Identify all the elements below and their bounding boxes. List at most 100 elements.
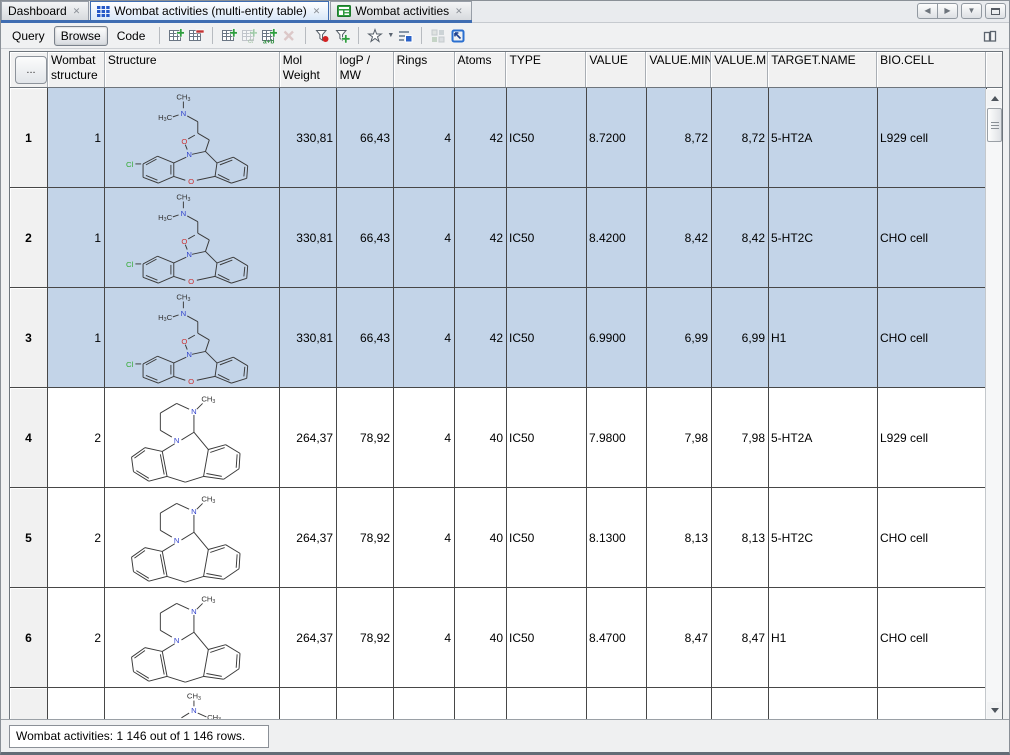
value-min-cell[interactable]: 8,72 (647, 88, 712, 188)
value-min-cell[interactable]: 8,13 (647, 488, 712, 588)
open-in-window-icon[interactable] (449, 27, 467, 45)
row-number-cell[interactable] (10, 688, 48, 720)
query-filter-icon[interactable] (313, 27, 331, 45)
type-cell[interactable]: IC50 (507, 488, 587, 588)
value-min-cell[interactable] (647, 688, 712, 720)
value-max-cell[interactable]: 8,42 (712, 188, 769, 288)
query-button[interactable]: Query (5, 26, 52, 46)
atoms-cell[interactable]: 42 (455, 288, 507, 388)
browse-button[interactable]: Browse (54, 26, 108, 46)
structure-cell[interactable] (105, 88, 280, 188)
structure-cell[interactable] (105, 188, 280, 288)
structure-cell[interactable] (105, 488, 280, 588)
close-icon[interactable]: ✕ (71, 6, 83, 17)
wombat-structure-cell[interactable] (48, 688, 105, 720)
structure-cell[interactable] (105, 388, 280, 488)
value-max-cell[interactable]: 8,13 (712, 488, 769, 588)
mol-weight-cell[interactable] (280, 688, 337, 720)
type-cell[interactable]: IC50 (507, 588, 587, 688)
logp-mw-cell[interactable]: 66,43 (337, 288, 394, 388)
column-header-structure[interactable]: Structure (105, 52, 280, 87)
column-header-value-min[interactable]: VALUE.MIN (646, 52, 711, 87)
value-cell[interactable]: 8.1300 (587, 488, 647, 588)
target-name-cell[interactable]: 5-HT2A (769, 88, 878, 188)
logp-mw-cell[interactable] (337, 688, 394, 720)
favorites-star-icon[interactable] (366, 27, 384, 45)
tab-wombat-activities[interactable]: Wombat activities ✕ (330, 1, 471, 20)
code-button[interactable]: Code (110, 26, 153, 46)
scrollbar-thumb[interactable] (987, 108, 1002, 142)
logp-mw-cell[interactable]: 66,43 (337, 188, 394, 288)
column-chooser-button[interactable]: ... (15, 56, 47, 84)
bio-cell-cell[interactable]: CHO cell (878, 588, 987, 688)
bio-cell-cell[interactable]: CHO cell (878, 288, 987, 388)
column-header-wombat-structure[interactable]: Wombat structure (48, 52, 105, 87)
mol-weight-cell[interactable]: 264,37 (280, 488, 337, 588)
rings-cell[interactable]: 4 (394, 88, 455, 188)
maximize-button[interactable] (985, 3, 1006, 19)
column-header-target-name[interactable]: TARGET.NAME (768, 52, 877, 87)
row-number-cell[interactable]: 4 (10, 388, 48, 488)
book-icon[interactable] (981, 27, 999, 45)
wombat-structure-cell[interactable]: 2 (48, 588, 105, 688)
value-max-cell[interactable]: 8,72 (712, 88, 769, 188)
atoms-cell[interactable]: 40 (455, 588, 507, 688)
bio-cell-cell[interactable]: L929 cell (878, 388, 987, 488)
structure-cell[interactable] (105, 688, 280, 720)
logp-mw-cell[interactable]: 78,92 (337, 388, 394, 488)
scroll-tabs-right-button[interactable]: ▶ (937, 3, 958, 19)
type-cell[interactable] (507, 688, 587, 720)
atoms-cell[interactable] (455, 688, 507, 720)
bio-cell-cell[interactable]: L929 cell (878, 88, 987, 188)
column-header-logp-mw[interactable]: logP / MW (337, 52, 394, 87)
value-min-cell[interactable]: 8,47 (647, 588, 712, 688)
rings-cell[interactable]: 4 (394, 288, 455, 388)
column-header-type[interactable]: TYPE (506, 52, 586, 87)
value-cell[interactable]: 6.9900 (587, 288, 647, 388)
close-icon[interactable]: ✕ (453, 6, 465, 17)
target-name-cell[interactable]: H1 (769, 588, 878, 688)
logp-mw-cell[interactable]: 78,92 (337, 488, 394, 588)
add-field-icon[interactable] (220, 27, 238, 45)
type-cell[interactable]: IC50 (507, 288, 587, 388)
column-header-value-max[interactable]: VALUE.M (711, 52, 768, 87)
lists-icon[interactable] (396, 27, 414, 45)
value-min-cell[interactable]: 6,99 (647, 288, 712, 388)
target-name-cell[interactable] (769, 688, 878, 720)
add-filter-icon[interactable] (333, 27, 351, 45)
row-number-cell[interactable]: 5 (10, 488, 48, 588)
value-min-cell[interactable]: 8,42 (647, 188, 712, 288)
atoms-cell[interactable]: 40 (455, 388, 507, 488)
value-cell[interactable]: 8.7200 (587, 88, 647, 188)
logp-mw-cell[interactable]: 66,43 (337, 88, 394, 188)
mol-weight-cell[interactable]: 330,81 (280, 288, 337, 388)
add-calculated-field-icon[interactable]: a+b (260, 27, 278, 45)
wombat-structure-cell[interactable]: 2 (48, 488, 105, 588)
column-header-mol-weight[interactable]: Mol Weight (280, 52, 337, 87)
mol-weight-cell[interactable]: 264,37 (280, 388, 337, 488)
rings-cell[interactable]: 4 (394, 588, 455, 688)
type-cell[interactable]: IC50 (507, 388, 587, 488)
wombat-structure-cell[interactable]: 1 (48, 288, 105, 388)
target-name-cell[interactable]: 5-HT2C (769, 488, 878, 588)
value-max-cell[interactable]: 8,47 (712, 588, 769, 688)
tab-dashboard[interactable]: Dashboard ✕ (1, 1, 89, 20)
tab-list-dropdown-button[interactable]: ▼ (961, 3, 982, 19)
target-name-cell[interactable]: 5-HT2C (769, 188, 878, 288)
mol-weight-cell[interactable]: 330,81 (280, 188, 337, 288)
atoms-cell[interactable]: 42 (455, 188, 507, 288)
row-number-cell[interactable]: 2 (10, 188, 48, 288)
row-number-cell[interactable]: 1 (10, 88, 48, 188)
value-min-cell[interactable]: 7,98 (647, 388, 712, 488)
value-cell[interactable]: 8.4700 (587, 588, 647, 688)
rings-cell[interactable]: 4 (394, 488, 455, 588)
value-max-cell[interactable] (712, 688, 769, 720)
value-cell[interactable]: 8.4200 (587, 188, 647, 288)
value-max-cell[interactable]: 7,98 (712, 388, 769, 488)
wombat-structure-cell[interactable]: 1 (48, 88, 105, 188)
target-name-cell[interactable]: 5-HT2A (769, 388, 878, 488)
mol-weight-cell[interactable]: 264,37 (280, 588, 337, 688)
value-cell[interactable] (587, 688, 647, 720)
tab-wombat-multi-entity[interactable]: Wombat activities (multi-entity table) ✕ (90, 1, 329, 20)
column-header-atoms[interactable]: Atoms (455, 52, 507, 87)
